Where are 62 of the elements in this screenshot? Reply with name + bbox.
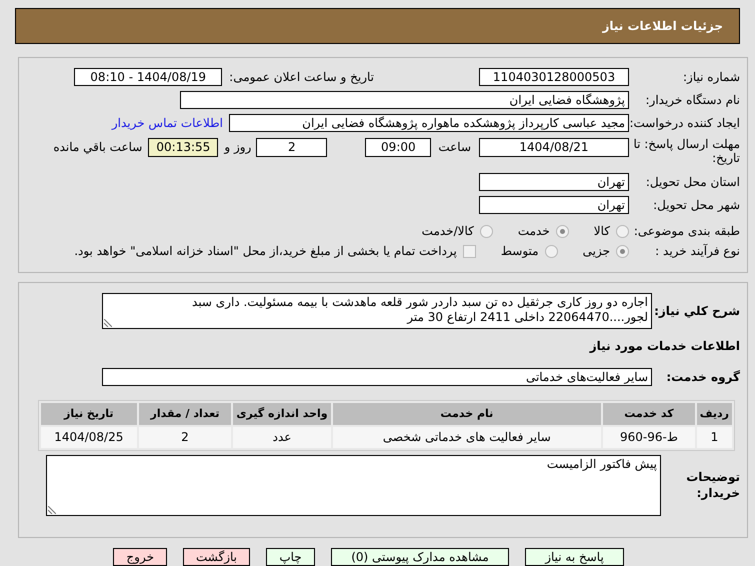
field-label: تاریخ و ساعت اعلان عمومی: [229,70,374,84]
table-cell: 2 [138,426,232,448]
radio-button[interactable] [480,224,493,238]
radio-button[interactable] [616,244,629,258]
text-field[interactable]: 1404/08/21 [479,138,629,157]
table-cell: عدد [233,426,331,448]
page-title: جزئیات اطلاعات نیاز [15,8,740,44]
radio-button[interactable] [556,224,569,238]
field-label: ایجاد کننده درخواست: [629,116,741,130]
column-header: کد خدمت [603,402,695,425]
action-button[interactable]: پاسخ به نیاز [525,548,624,566]
action-button[interactable]: بازگشت [183,548,250,566]
action-button[interactable]: خروج [113,548,167,566]
resize-grip-icon[interactable] [104,318,112,327]
resize-grip-icon[interactable] [48,506,56,514]
column-header: تعداد / مقدار [138,402,232,425]
field-label: ساعت باقي مانده [53,139,142,156]
table-cell: ط-96-960 [603,426,695,448]
radio-button[interactable] [544,244,558,258]
radio-label: کالا [594,224,610,238]
text-field[interactable]: پژوهشگاه فضایی ایران [180,91,629,109]
field-label: شماره نیاز: [682,70,741,84]
countdown-field[interactable]: 00:13:55 [148,138,218,157]
column-header: ردیف [696,402,732,425]
description-field[interactable]: اجاره دو روز کاری جرثقیل ده تن سبد داردر شور قلعه ماهدشت با بیمه مسئولیت. داری سبد لجور....22064470 داخلی 2411 ارتفاع 30 متر [102,292,652,329]
radio-label: جزیی [582,244,610,258]
table-cell: 1 [696,426,732,448]
text-field[interactable]: 2 [256,138,328,157]
field-label: شهر محل تحویل: [652,198,741,212]
text-field[interactable]: 09:00 [365,138,432,157]
radio-label: کالا/خدمت [422,224,474,238]
text-field[interactable]: تهران [479,196,629,214]
column-header: تاریخ نیاز [41,402,137,425]
checkbox-label: پرداخت تمام یا بخشی از مبلغ خرید،از محل "اسناد خزانه اسلامی" خواهد بود. [74,244,457,258]
radio-label: متوسط [500,244,539,258]
table-cell: سایر فعالیت های خدماتی شخصی [332,426,602,448]
column-header: واحد اندازه گیری [233,402,331,425]
field-label: روز و [224,139,252,156]
field-label: گروه خدمت: [665,370,741,384]
field-label: مهلت ارسال پاسخ: تا تاریخ: [632,137,741,165]
text-field[interactable]: 1404/08/19 - 08:10 [74,68,222,86]
action-button[interactable]: چاپ [266,548,315,566]
field-label: استان محل تحویل: [644,175,741,189]
field-label: طبقه بندی موضوعی: [632,224,741,238]
section-heading: اطلاعات خدمات مورد نیاز [588,338,741,354]
field-label: نام دستگاه خریدار: [644,93,741,107]
field-label: توضیحات خریدار: [685,469,741,502]
field-label: ساعت [438,139,471,156]
notes-field[interactable]: پیش فاکتور الزامیست [46,454,661,516]
field-label: نوع فرآیند خرید : [654,244,741,258]
radio-button[interactable] [616,224,629,238]
radio-label: خدمت [518,224,550,238]
text-field[interactable]: تهران [479,173,629,191]
checkbox[interactable] [462,244,476,258]
buyer-contact-link[interactable]: اطلاعات تماس خریدار [112,116,223,130]
text-field[interactable]: مجید عباسی کارپرداز پژوهشکده ماهواره پژوهشگاه فضایی ایران [229,114,629,132]
column-header: نام خدمت [332,402,602,425]
text-field[interactable]: 1104030128000503 [479,68,629,86]
field-label: شرح کلي نیاز: [653,304,741,318]
text-field[interactable]: سایر فعالیت‌های خدماتی [102,368,652,386]
action-button[interactable]: مشاهده مدارک پیوستی (0) [331,548,509,566]
table-cell: 1404/08/25 [41,426,137,448]
